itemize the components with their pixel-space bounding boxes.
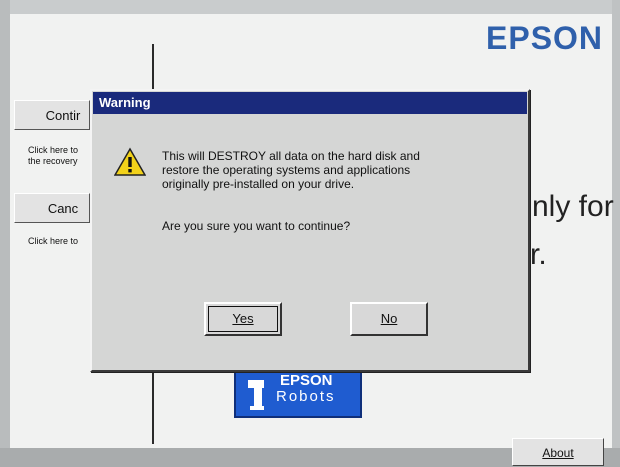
no-button-label: No [380, 311, 398, 326]
continue-description: Click here to the recovery [28, 145, 90, 167]
monitor-bezel-top [0, 0, 620, 14]
about-button-label: About [542, 446, 574, 460]
continue-description-line1: Click here to [28, 145, 79, 155]
dialog-message: This will DESTROY all data on the hard d… [162, 149, 502, 191]
dialog-question: Are you sure you want to continue? [162, 219, 351, 233]
divider-line-bottom [152, 372, 154, 444]
epson-brand-text: EPSON [486, 20, 604, 56]
background-text-line2: r. [530, 238, 547, 271]
continue-button[interactable]: Contir [14, 100, 90, 130]
yes-button-label: Yes [232, 311, 254, 326]
cancel-description: Click here to [28, 236, 90, 247]
dialog-message-line3: originally pre-installed on your drive. [162, 177, 355, 191]
cancel-button-label: Canc [47, 201, 79, 216]
dialog-message-line1: This will DESTROY all data on the hard d… [162, 149, 420, 163]
background-text-line1: nly for [532, 190, 614, 223]
logo-top-text: EPSON [280, 372, 333, 389]
dialog-title: Warning [99, 95, 151, 110]
about-button[interactable]: About [512, 438, 604, 466]
continue-description-line2: the recovery [28, 156, 78, 166]
monitor-bezel-left [0, 0, 10, 467]
warning-icon [114, 147, 146, 176]
dialog-title-bar[interactable]: Warning [93, 92, 527, 114]
continue-button-label: Contir [45, 108, 81, 123]
dialog-message-line2: restore the operating systems and applic… [162, 163, 411, 177]
warning-dialog: Warning This will DESTROY all data on th… [90, 89, 530, 372]
logo-bottom-text: Robots [276, 388, 336, 405]
epson-robots-logo: EPSON Robots [234, 370, 362, 418]
epson-robot-logo-icon [248, 380, 264, 410]
cancel-button[interactable]: Canc [14, 193, 90, 223]
no-button[interactable]: No [350, 302, 428, 336]
monitor-bezel-right [612, 0, 620, 467]
cancel-description-line1: Click here to [28, 236, 79, 246]
yes-button[interactable]: Yes [204, 302, 282, 336]
